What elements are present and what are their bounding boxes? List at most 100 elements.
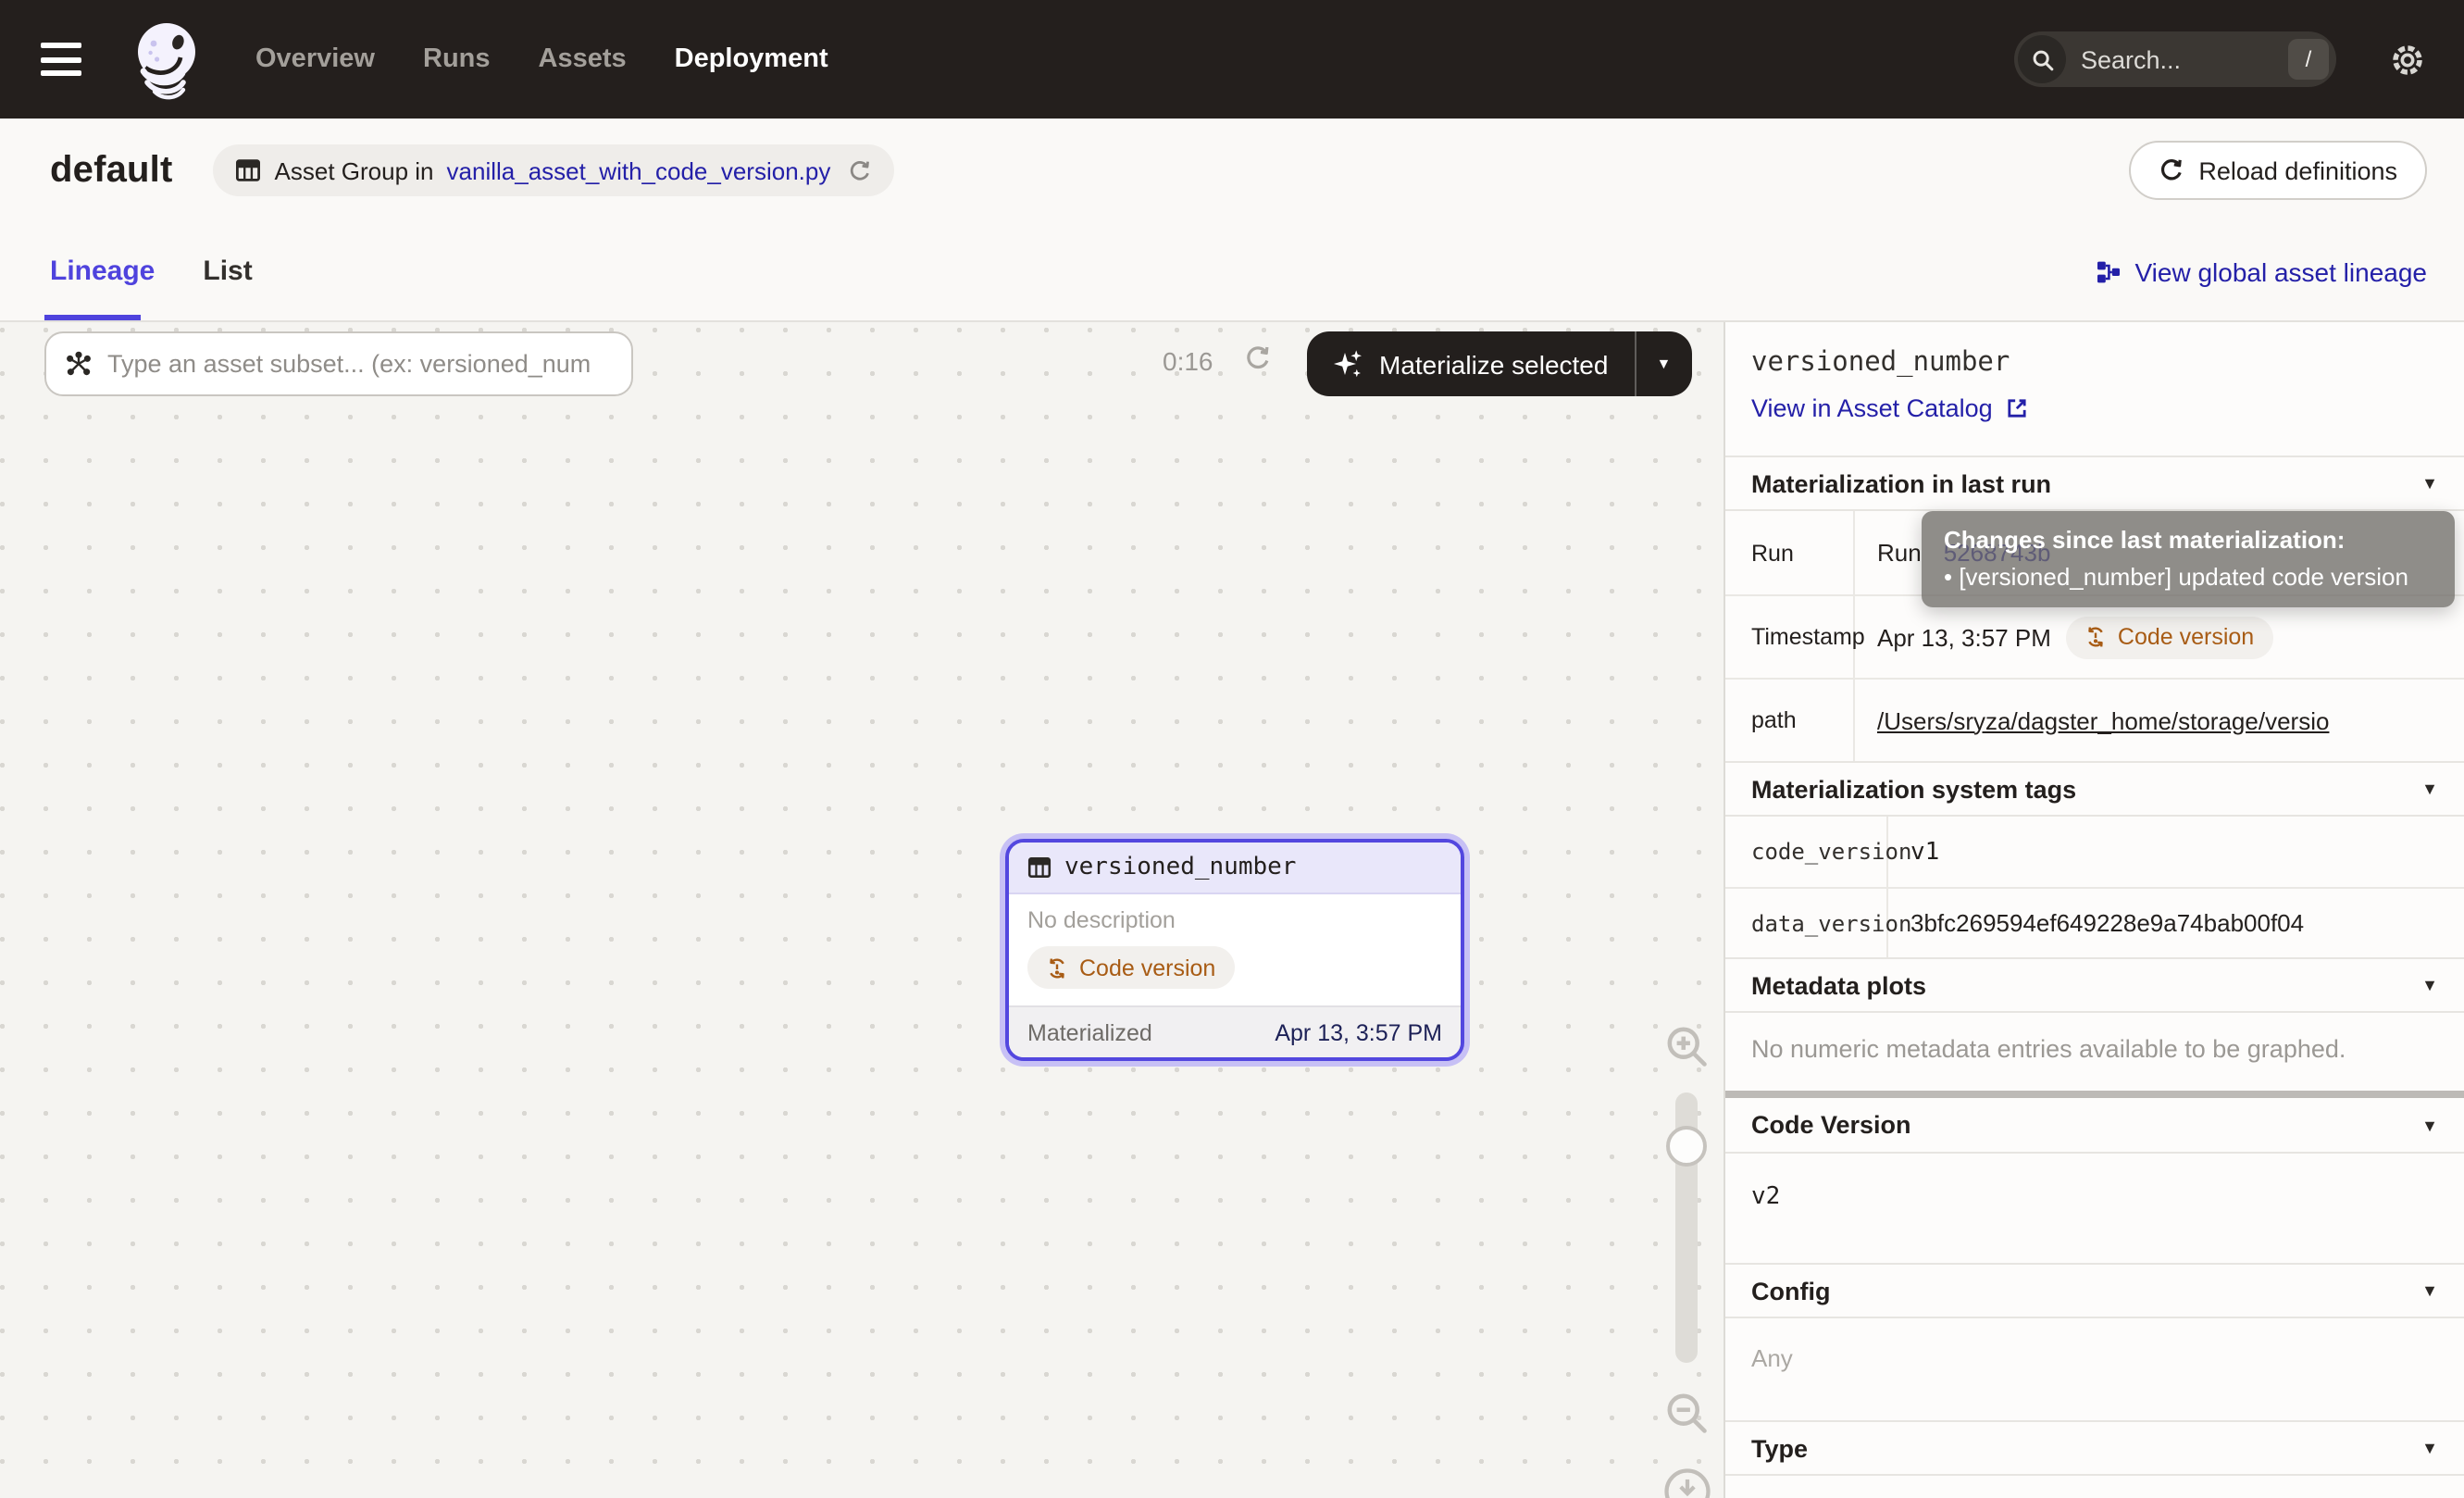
section-label: Type bbox=[1751, 1434, 1808, 1462]
materialized-timestamp[interactable]: Apr 13, 3:57 PM bbox=[1275, 1019, 1442, 1045]
changes-tooltip-item: • [versioned_number] updated code versio… bbox=[1944, 563, 2433, 593]
code-version-tag-value: v1 bbox=[1888, 817, 2464, 887]
section-materialization-in-last-run[interactable]: Materialization in last run ▼ bbox=[1725, 456, 2464, 511]
lineage-canvas[interactable]: 0:16 Materialize selected bbox=[0, 322, 1724, 1498]
asset-node-footer: Materialized Apr 13, 3:57 PM bbox=[1009, 1005, 1461, 1057]
asset-detail-sidebar: versioned_number View in Asset Catalog M… bbox=[1724, 322, 2464, 1498]
section-divider bbox=[1725, 1091, 2464, 1098]
asset-subset-input[interactable] bbox=[107, 350, 613, 378]
table-row-code-version: code_version v1 bbox=[1725, 817, 2464, 887]
tab-lineage[interactable]: Lineage bbox=[50, 256, 155, 287]
section-label: Materialization in last run bbox=[1751, 469, 2051, 497]
nav-item-assets[interactable]: Assets bbox=[539, 44, 627, 74]
global-search[interactable]: / bbox=[2014, 31, 2336, 87]
chevron-down-icon: ▼ bbox=[2421, 474, 2438, 493]
search-shortcut-key: / bbox=[2288, 39, 2329, 80]
code-version-value: v2 bbox=[1725, 1154, 2464, 1263]
lineage-graph-icon bbox=[2097, 258, 2122, 284]
table-row-data-version: data_version 3bfc269594ef649228e9a74bab0… bbox=[1725, 887, 2464, 957]
data-version-tag-label: data_version bbox=[1725, 889, 1888, 957]
system-tags-table: code_version v1 data_version 3bfc269594e… bbox=[1725, 817, 2464, 957]
timestamp-value: Apr 13, 3:57 PM bbox=[1877, 623, 2051, 651]
download-graph-icon[interactable] bbox=[1661, 1467, 1712, 1498]
search-input[interactable] bbox=[2081, 45, 2288, 73]
external-link-icon bbox=[2006, 396, 2030, 420]
dagster-logo-icon[interactable] bbox=[122, 17, 207, 102]
view-in-asset-catalog-label: View in Asset Catalog bbox=[1751, 394, 1993, 422]
chevron-down-icon: ▼ bbox=[2421, 1439, 2438, 1457]
code-version-change-label: Code version bbox=[2118, 624, 2254, 650]
code-version-change-badge: Code version bbox=[1027, 946, 1234, 989]
reload-definitions-label: Reload definitions bbox=[2198, 156, 2397, 184]
changes-tooltip: Changes since last materialization: • [v… bbox=[1922, 511, 2455, 607]
asset-node[interactable]: versioned_number No description bbox=[1005, 839, 1464, 1061]
refresh-icon[interactable] bbox=[847, 158, 871, 182]
materialize-selected-main[interactable]: Materialize selected bbox=[1307, 331, 1634, 396]
timer-refresh-icon[interactable] bbox=[1244, 344, 1272, 372]
code-version-change-badge: Code version bbox=[2066, 616, 2272, 658]
section-code-version[interactable]: Code Version ▼ bbox=[1725, 1098, 2464, 1154]
materialize-dropdown-caret[interactable]: ▼ bbox=[1636, 331, 1691, 396]
zoom-slider-thumb[interactable] bbox=[1666, 1126, 1707, 1167]
sidebar-header: versioned_number View in Asset Catalog bbox=[1725, 322, 2464, 456]
tab-list[interactable]: List bbox=[203, 256, 252, 287]
nav-item-runs[interactable]: Runs bbox=[423, 44, 491, 74]
section-label: Materialization system tags bbox=[1751, 775, 2076, 803]
active-tab-underline bbox=[44, 315, 141, 320]
nav-item-overview[interactable]: Overview bbox=[255, 44, 375, 74]
search-icon bbox=[2018, 35, 2066, 83]
section-label: Metadata plots bbox=[1751, 971, 1926, 999]
page-header: default Asset Group in vanilla_asset_wit… bbox=[0, 119, 2464, 222]
view-global-asset-lineage-link[interactable]: View global asset lineage bbox=[2097, 256, 2428, 286]
table-icon bbox=[236, 157, 262, 183]
view-global-asset-lineage-label: View global asset lineage bbox=[2135, 256, 2428, 286]
materialize-selected-label: Materialize selected bbox=[1379, 349, 1608, 379]
section-materialization-system-tags[interactable]: Materialization system tags ▼ bbox=[1725, 761, 2464, 817]
settings-gear-icon[interactable] bbox=[2388, 40, 2427, 79]
asset-node-body: No description bbox=[1009, 894, 1461, 1005]
asset-subset-filter[interactable] bbox=[44, 331, 633, 396]
section-config[interactable]: Config ▼ bbox=[1725, 1263, 2464, 1318]
path-row-label: path bbox=[1725, 680, 1855, 761]
chevron-down-icon: ▼ bbox=[2421, 780, 2438, 798]
tabs-row: Lineage List View global asset lineage bbox=[0, 222, 2464, 322]
metadata-plots-empty-message: No numeric metadata entries available to… bbox=[1725, 1013, 2464, 1091]
content: 0:16 Materialize selected bbox=[0, 322, 2464, 1498]
run-row-label: Run bbox=[1725, 511, 1855, 594]
section-label: Config bbox=[1751, 1277, 1831, 1305]
sparkle-icon bbox=[1333, 348, 1364, 380]
sync-alert-icon bbox=[2084, 626, 2107, 648]
asset-group-badge-prefix: Asset Group in bbox=[275, 156, 434, 184]
timestamp-row-label: Timestamp bbox=[1725, 596, 1855, 678]
reload-icon bbox=[2158, 157, 2184, 183]
chevron-down-icon: ▼ bbox=[2421, 1116, 2438, 1134]
section-metadata-plots[interactable]: Metadata plots ▼ bbox=[1725, 957, 2464, 1013]
code-version-change-label: Code version bbox=[1079, 955, 1215, 980]
asset-node-selection-halo[interactable]: versioned_number No description bbox=[1000, 833, 1470, 1067]
asset-group-file-link[interactable]: vanilla_asset_with_code_version.py bbox=[447, 156, 831, 184]
sidebar-asset-name: versioned_number bbox=[1751, 348, 2438, 378]
asset-node-name: versioned_number bbox=[1064, 854, 1296, 881]
nav-links: Overview Runs Assets Deployment bbox=[255, 44, 828, 74]
asset-group-badge: Asset Group in vanilla_asset_with_code_v… bbox=[214, 144, 894, 196]
refresh-timer: 0:16 bbox=[1163, 346, 1213, 376]
materialize-selected-button[interactable]: Materialize selected ▼ bbox=[1307, 331, 1691, 396]
materialized-status-label: Materialized bbox=[1027, 1019, 1152, 1045]
changes-tooltip-title: Changes since last materialization: bbox=[1944, 526, 2433, 556]
config-value: Any bbox=[1725, 1318, 2464, 1420]
zoom-controls bbox=[1661, 1022, 1712, 1498]
data-version-tag-value: 3bfc269594ef649228e9a74bab00f04 bbox=[1888, 889, 2464, 957]
hamburger-menu-icon[interactable] bbox=[37, 35, 85, 83]
nav-item-deployment[interactable]: Deployment bbox=[675, 44, 828, 74]
section-type[interactable]: Type ▼ bbox=[1725, 1420, 2464, 1476]
section-label: Code Version bbox=[1751, 1111, 1911, 1139]
view-in-asset-catalog-link[interactable]: View in Asset Catalog bbox=[1751, 394, 2438, 422]
table-row-path: path /Users/sryza/dagster_home/storage/v… bbox=[1725, 678, 2464, 761]
zoom-slider[interactable] bbox=[1675, 1092, 1698, 1363]
path-link[interactable]: /Users/sryza/dagster_home/storage/versio bbox=[1877, 706, 2329, 734]
zoom-out-icon[interactable] bbox=[1661, 1389, 1712, 1437]
chevron-down-icon: ▼ bbox=[2421, 976, 2438, 994]
page-title: default bbox=[50, 149, 173, 192]
zoom-in-icon[interactable] bbox=[1661, 1022, 1712, 1070]
reload-definitions-button[interactable]: Reload definitions bbox=[2128, 141, 2427, 200]
